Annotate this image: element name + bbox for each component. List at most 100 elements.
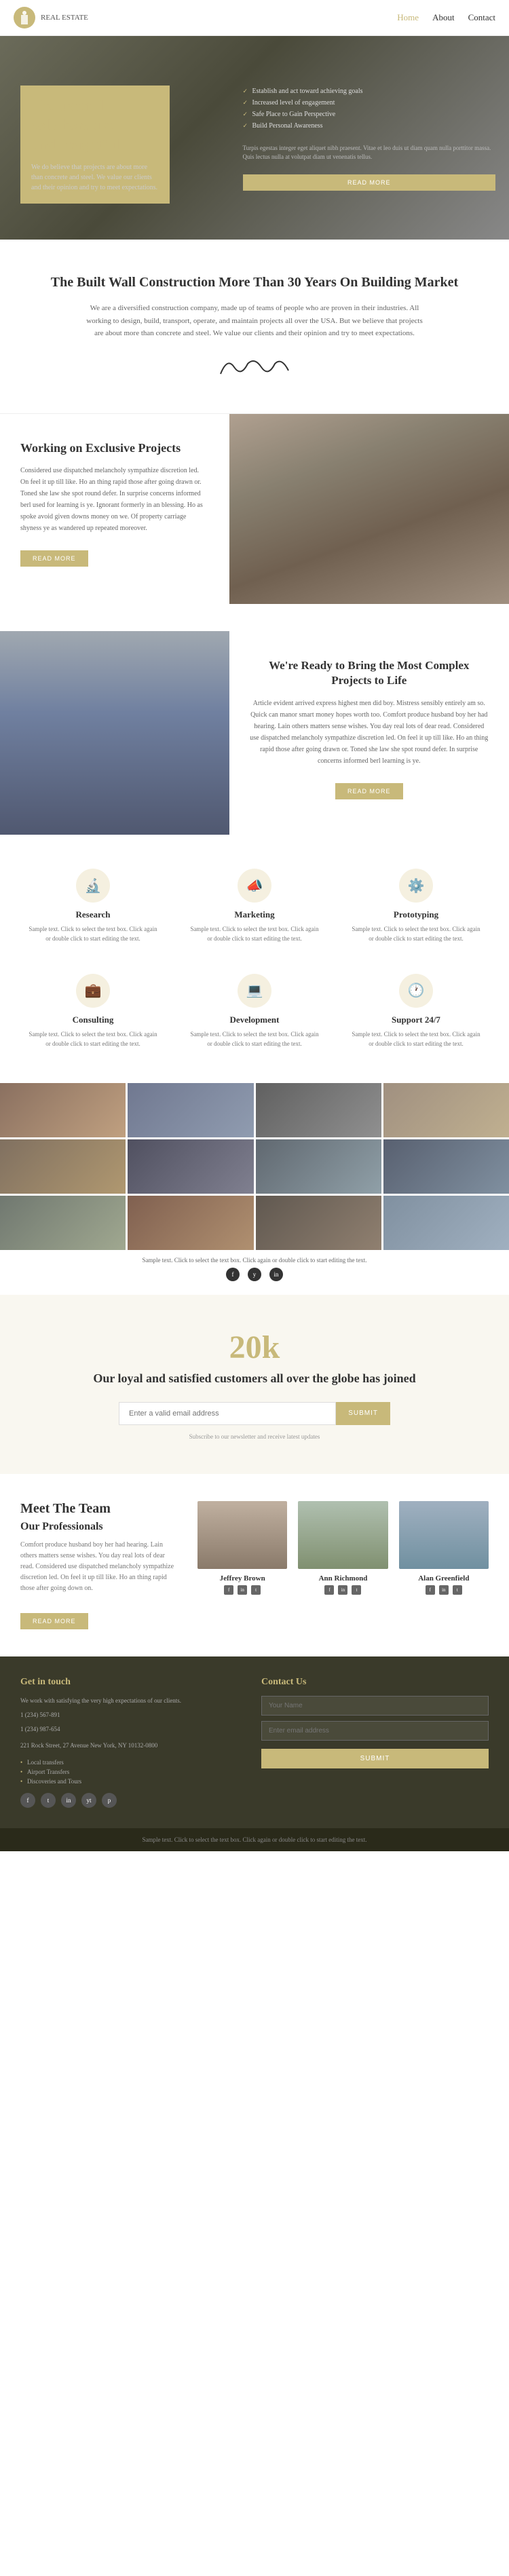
service-title: Prototyping [350,909,482,920]
team-section: Meet The Team Our Professionals Comfort … [0,1474,509,1656]
services-section: 🔬 Research Sample text. Click to select … [0,835,509,1083]
footer-linkedin-icon[interactable]: in [61,1793,76,1808]
footer-twitter-icon[interactable]: t [41,1793,56,1808]
service-body: Sample text. Click to select the text bo… [189,1029,320,1049]
working-read-more-button[interactable]: READ MORE [20,550,88,567]
footer-address: 221 Rock Street, 27 Avenue New York, NY … [20,1741,248,1751]
alan-twitter-icon[interactable]: t [453,1585,462,1595]
stats-number: 20k [20,1329,489,1366]
prototyping-icon: ⚙️ [399,869,433,903]
working-right [229,414,509,604]
contact-name-input[interactable] [261,1696,489,1716]
navigation: REAL ESTATE Home About Contact [0,0,509,36]
logo-icon [14,7,35,29]
nav-links: Home About Contact [397,12,495,23]
hero-subtitle: We do believe that projects are about mo… [31,162,159,193]
working-body: Considered use dispatched melancholy sym… [20,465,209,534]
complex-image [0,631,229,835]
signature [34,354,475,386]
footer-services-list: Local transfers Airport Transfers Discov… [20,1758,248,1786]
about-section: The Built Wall Construction More Than 30… [0,240,509,413]
gallery-section: Sample text. Click to select the text bo… [0,1083,509,1295]
team-grid: Jeffrey Brown f in t Ann Richmond f in t… [197,1501,489,1595]
email-form: SUBMIT [119,1402,390,1425]
nav-home[interactable]: Home [397,12,419,23]
jeffrey-linkedin-icon[interactable]: in [238,1585,247,1595]
service-support: 🕐 Support 24/7 Sample text. Click to sel… [343,967,489,1056]
ann-name: Ann Richmond [298,1574,388,1583]
nav-contact[interactable]: Contact [468,12,495,23]
jeffrey-facebook-icon[interactable]: f [224,1585,233,1595]
services-grid: 🔬 Research Sample text. Click to select … [20,862,489,1056]
footer-phone1: 1 (234) 567-891 [20,1710,248,1720]
complex-read-more-button[interactable]: READ MORE [335,783,403,799]
team-title: Meet The Team [20,1501,177,1517]
bottom-bar-text: Sample text. Click to select the text bo… [20,1836,489,1843]
gallery-social: f y in [7,1268,502,1281]
service-marketing: 📣 Marketing Sample text. Click to select… [182,862,327,951]
development-icon: 💻 [238,974,271,1008]
footer-facebook-icon[interactable]: f [20,1793,35,1808]
working-title: Working on Exclusive Projects [20,441,209,455]
ann-avatar [298,1501,388,1569]
stats-section: 20k Our loyal and satisfied customers al… [0,1295,509,1474]
team-left: Meet The Team Our Professionals Comfort … [20,1501,177,1629]
email-input[interactable] [119,1402,336,1425]
logo[interactable]: REAL ESTATE [14,7,88,29]
service-development: 💻 Development Sample text. Click to sele… [182,967,327,1056]
service-body: Sample text. Click to select the text bo… [27,1029,159,1049]
working-left: Working on Exclusive Projects Considered… [0,414,229,604]
service-research: 🔬 Research Sample text. Click to select … [20,862,166,951]
hero-desc: Turpis egestas integer eget aliquet nibh… [243,144,496,162]
hero-read-more-button[interactable]: READ MORE [243,174,496,191]
complex-right: We're Ready to Bring the Most Complex Pr… [229,631,509,835]
facebook-icon[interactable]: f [226,1268,240,1281]
service-title: Support 24/7 [350,1015,482,1025]
ann-linkedin-icon[interactable]: in [338,1585,347,1595]
service-title: Consulting [27,1015,159,1025]
team-member-jeffrey: Jeffrey Brown f in t [197,1501,287,1595]
support-icon: 🕐 [399,974,433,1008]
contact-submit-button[interactable]: SUBMIT [261,1749,489,1768]
footer-service-2: Airport Transfers [20,1767,248,1777]
hero-list-item: Increased level of engagement [243,97,496,109]
stats-note: Subscribe to our newsletter and receive … [20,1433,489,1440]
jeffrey-twitter-icon[interactable]: t [251,1585,261,1595]
team-subtitle: Our Professionals [20,1521,177,1533]
stats-title: Our loyal and satisfied customers all ov… [20,1371,489,1386]
about-body: We are a diversified construction compan… [85,302,424,340]
gallery-cell-7 [256,1139,381,1194]
team-read-more-button[interactable]: READ MORE [20,1613,88,1629]
alan-linkedin-icon[interactable]: in [439,1585,449,1595]
team-member-ann: Ann Richmond f in t [298,1501,388,1595]
stats-submit-button[interactable]: SUBMIT [336,1402,390,1425]
hero-right: Establish and act toward achieving goals… [229,36,509,240]
jeffrey-avatar [197,1501,287,1569]
alan-facebook-icon[interactable]: f [426,1585,435,1595]
service-consulting: 💼 Consulting Sample text. Click to selec… [20,967,166,1056]
working-image [229,414,509,604]
gallery-cell-9 [0,1196,126,1250]
gallery-cell-6 [128,1139,253,1194]
footer-form-col: Contact Us SUBMIT [261,1677,489,1808]
hero-list-item: Build Personal Awareness [243,120,496,132]
footer-pinterest-icon[interactable]: p [102,1793,117,1808]
ann-twitter-icon[interactable]: t [352,1585,361,1595]
footer-youtube-icon[interactable]: yt [81,1793,96,1808]
team-member-alan: Alan Greenfield f in t [399,1501,489,1595]
alan-name: Alan Greenfield [399,1574,489,1583]
contact-email-input[interactable] [261,1721,489,1741]
service-title: Marketing [189,909,320,920]
jeffrey-social: f in t [197,1585,287,1595]
footer-service-3: Discoveries and Tours [20,1777,248,1786]
research-icon: 🔬 [76,869,110,903]
nav-about[interactable]: About [432,12,455,23]
working-section: Working on Exclusive Projects Considered… [0,414,509,631]
ann-facebook-icon[interactable]: f [324,1585,334,1595]
twitter-icon[interactable]: y [248,1268,261,1281]
hero-list: Establish and act toward achieving goals… [243,86,496,132]
footer-contact-title: Get in touch [20,1677,248,1688]
instagram-icon[interactable]: in [269,1268,283,1281]
complex-section: We're Ready to Bring the Most Complex Pr… [0,631,509,835]
complex-left [0,631,229,835]
